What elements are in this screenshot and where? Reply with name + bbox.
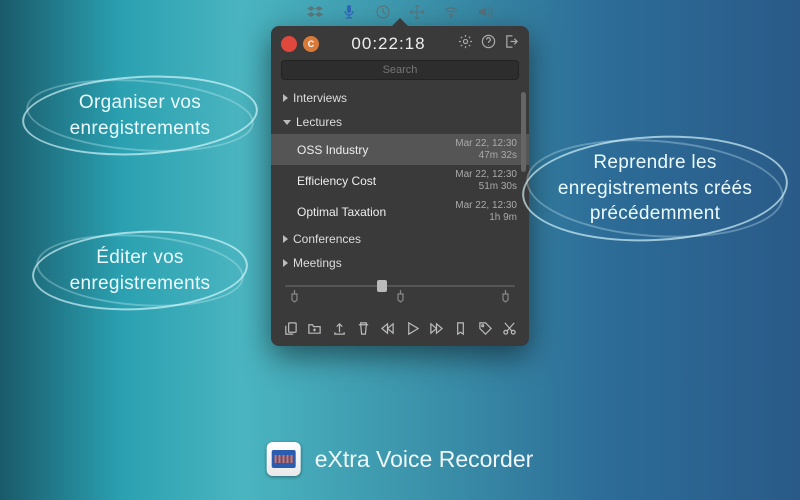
volume-icon[interactable] (477, 4, 493, 20)
continue-button[interactable]: C (303, 36, 319, 52)
group-label: Lectures (296, 115, 342, 129)
chevron-right-icon (283, 259, 288, 267)
record-button[interactable] (281, 36, 297, 52)
tag-button[interactable] (475, 321, 494, 336)
callout-edit: Éditer vos enregistrements (50, 245, 230, 296)
recording-name: Efficiency Cost (297, 174, 455, 188)
callout-organize: Organiser vos enregistrements (40, 90, 240, 141)
clock-icon[interactable] (375, 4, 391, 20)
move-icon[interactable] (409, 4, 425, 20)
exit-icon[interactable] (504, 34, 519, 54)
group-header[interactable]: Conferences (271, 227, 529, 251)
bookmark-marker-icon (395, 290, 406, 309)
app-title: eXtra Voice Recorder (315, 446, 534, 473)
recording-meta: Mar 22, 12:301h 9m (455, 200, 517, 223)
new-folder-button[interactable] (305, 321, 324, 336)
microphone-icon[interactable] (341, 4, 357, 20)
bookmark-marker-icon (500, 290, 511, 309)
help-icon[interactable] (481, 34, 496, 54)
recording-name: Optimal Taxation (297, 205, 455, 219)
group-label: Meetings (293, 256, 342, 270)
playback-slider[interactable] (285, 285, 515, 287)
chevron-down-icon (283, 120, 291, 125)
export-button[interactable] (330, 321, 349, 336)
delete-button[interactable] (354, 321, 373, 336)
group-header[interactable]: Interviews (271, 86, 529, 110)
recording-item[interactable]: Optimal TaxationMar 22, 12:301h 9m (271, 196, 529, 227)
app-footer: eXtra Voice Recorder (267, 442, 534, 476)
cut-button[interactable] (500, 321, 519, 336)
play-button[interactable] (402, 321, 421, 336)
slider-thumb[interactable] (377, 280, 387, 292)
callout-resume: Reprendre les enregistrements créés préc… (540, 150, 770, 227)
recordings-list: InterviewsLecturesOSS IndustryMar 22, 12… (271, 86, 529, 275)
recording-item[interactable]: OSS IndustryMar 22, 12:3047m 32s (271, 134, 529, 165)
scrollbar[interactable] (521, 92, 526, 172)
bookmark-button[interactable] (451, 321, 470, 336)
group-label: Conferences (293, 232, 361, 246)
playback-slider-zone (271, 275, 529, 315)
group-header[interactable]: Lectures (271, 110, 529, 134)
chevron-right-icon (283, 94, 288, 102)
chevron-right-icon (283, 235, 288, 243)
recorder-popover: C 00:22:18 Interviews Lectures OSS Industr… (271, 26, 529, 346)
forward-button[interactable] (427, 321, 446, 336)
app-logo-icon (267, 442, 301, 476)
bottom-toolbar (271, 315, 529, 346)
recording-name: OSS Industry (297, 143, 455, 157)
wifi-icon[interactable] (443, 4, 459, 20)
timer-display: 00:22:18 (325, 34, 452, 54)
group-label: Interviews (293, 91, 347, 105)
recording-item[interactable]: Efficiency CostMar 22, 12:3051m 30s (271, 165, 529, 196)
rename-button[interactable] (281, 321, 300, 336)
group-header[interactable]: Meetings (271, 251, 529, 275)
search-input[interactable] (281, 60, 519, 80)
popover-topbar: C 00:22:18 (271, 26, 529, 60)
bookmark-marker-icon (289, 290, 300, 309)
gear-icon[interactable] (458, 34, 473, 54)
recording-meta: Mar 22, 12:3047m 32s (455, 138, 517, 161)
recording-meta: Mar 22, 12:3051m 30s (455, 169, 517, 192)
rewind-button[interactable] (378, 321, 397, 336)
dropbox-icon[interactable] (307, 4, 323, 20)
